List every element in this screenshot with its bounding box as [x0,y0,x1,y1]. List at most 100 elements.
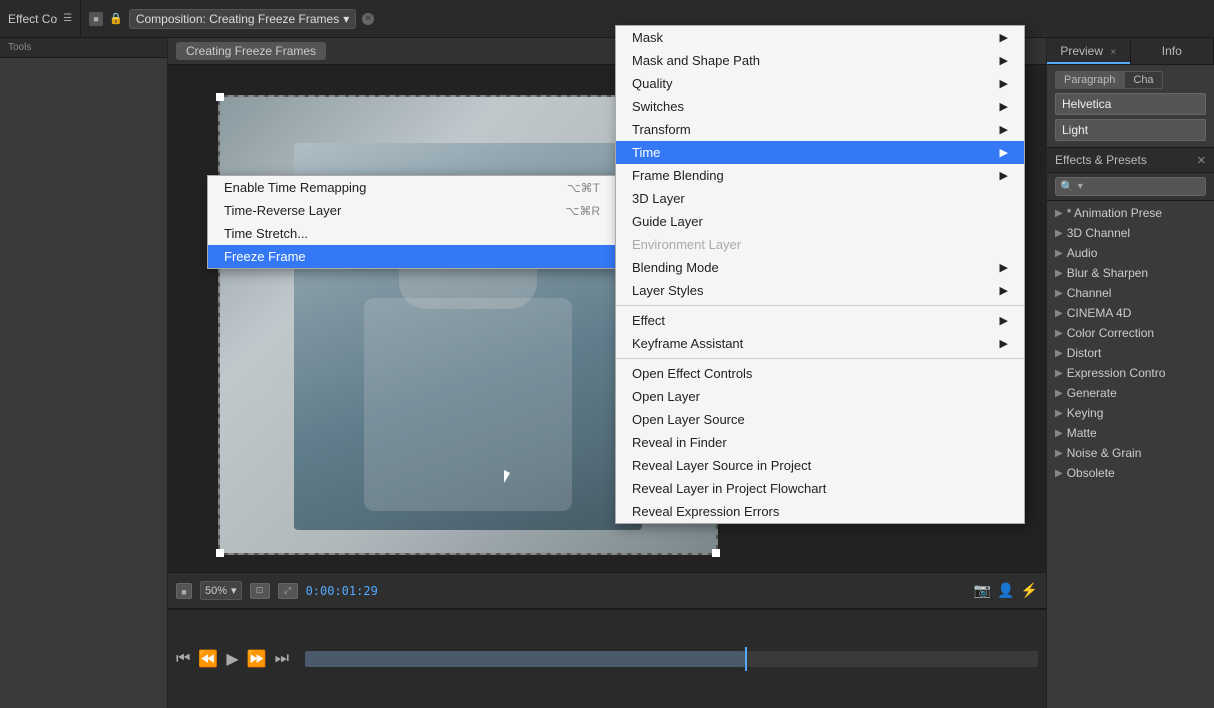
search-dropdown-arrow[interactable]: ▾ [1078,181,1083,192]
effect-item-generate[interactable]: ▶ Generate [1047,383,1214,403]
left-panel-title: Tools [0,38,167,58]
menu-item-freeze-frame[interactable]: Freeze Frame [208,245,616,268]
effect-item-channel[interactable]: ▶ Channel [1047,283,1214,303]
effect-item-3d-channel[interactable]: ▶ 3D Channel [1047,223,1214,243]
panel-title: Effect Co ☰ [0,12,80,26]
effects-search-area: 🔍 ▾ [1047,173,1214,201]
menu-item-open-layer-source[interactable]: Open Layer Source [616,408,1024,431]
timecode-display: 0:00:01:29 [306,584,378,598]
menu-item-environment-layer: Environment Layer [616,233,1024,256]
effect-item-audio[interactable]: ▶ Audio [1047,243,1214,263]
effect-item-blur-sharpen[interactable]: ▶ Blur & Sharpen [1047,263,1214,283]
effect-item-animation-presets[interactable]: ▶ * Animation Prese [1047,203,1214,223]
effect-item-noise-grain[interactable]: ▶ Noise & Grain [1047,443,1214,463]
menu-item-guide-layer[interactable]: Guide Layer [616,210,1024,233]
effect-item-expression-controls[interactable]: ▶ Expression Contro [1047,363,1214,383]
effects-search-box[interactable]: 🔍 ▾ [1055,177,1206,196]
menu-item-mask-shape-path[interactable]: Mask and Shape Path ▶ [616,49,1024,72]
menu-item-frame-blending[interactable]: Frame Blending ▶ [616,164,1024,187]
menu-item-switches[interactable]: Switches ▶ [616,95,1024,118]
font-name-field[interactable]: Helvetica [1055,93,1206,115]
top-bar: Effect Co ☰ ■ 🔒 Composition: Creating Fr… [0,0,1214,38]
tab-info[interactable]: Info [1131,38,1214,64]
font-section: Paragraph Cha Helvetica Light [1047,65,1214,148]
fullscreen-icon[interactable]: ⤢ [278,583,298,599]
comp-close-button[interactable]: ✕ [362,13,374,25]
timeline-controls: ⏮ ⏪ ▶ ⏩ ⏭ [176,649,289,669]
effects-panel-header: Effects & Presets ✕ [1047,148,1214,173]
menu-item-reveal-expression-errors[interactable]: Reveal Expression Errors [616,500,1024,523]
timeline-step-back[interactable]: ⏪ [198,649,218,669]
timeline-play[interactable]: ▶ [226,649,238,669]
comp-icon: ■ [89,12,103,26]
context-menu-time-submenu: Enable Time Remapping ⌥⌘T Time-Reverse L… [207,175,617,269]
effects-panel-close[interactable]: ✕ [1197,154,1206,167]
menu-item-transform[interactable]: Transform ▶ [616,118,1024,141]
timeline-progress-bar [305,651,745,667]
effect-item-keying[interactable]: ▶ Keying [1047,403,1214,423]
search-icon: 🔍 [1060,180,1074,193]
menu-item-effect[interactable]: Effect ▶ [616,309,1024,332]
menu-item-mask[interactable]: Mask ▶ [616,26,1024,49]
menu-item-reveal-layer-flowchart[interactable]: Reveal Layer in Project Flowchart [616,477,1024,500]
left-panel: Tools [0,38,168,708]
right-panel-tabs: Preview × Info [1047,38,1214,65]
fit-screen-icon[interactable]: ⊡ [250,583,270,599]
menu-item-time-reverse-layer[interactable]: Time-Reverse Layer ⌥⌘R [208,199,616,222]
menu-item-enable-time-remapping[interactable]: Enable Time Remapping ⌥⌘T [208,176,616,199]
main-area: Tools Creating Freeze Frames [0,38,1214,708]
right-panel: Preview × Info Paragraph Cha Helvetica L [1046,38,1214,708]
menu-item-quality[interactable]: Quality ▶ [616,72,1024,95]
menu-item-time[interactable]: Time ▶ [616,141,1024,164]
menu-item-layer-styles[interactable]: Layer Styles ▶ [616,279,1024,302]
selection-handle-bl [216,549,224,557]
effects-panel-title: Effects & Presets [1055,153,1147,167]
menu-item-open-layer[interactable]: Open Layer [616,385,1024,408]
effect-item-distort[interactable]: ▶ Distort [1047,343,1214,363]
menu-item-open-effect-controls[interactable]: Open Effect Controls [616,362,1024,385]
preview-tab-close[interactable]: × [1110,47,1116,58]
canvas-bottom-bar: ■ 50% ▾ ⊡ ⤢ 0:00:01:29 📷 👤 ⚡ [168,572,1046,608]
menu-separator-2 [616,358,1024,359]
lock-icon: 🔒 [109,12,123,25]
menu-item-reveal-layer-source[interactable]: Reveal Layer Source in Project [616,454,1024,477]
selection-handle-br [712,549,720,557]
composition-name: Composition: Creating Freeze Frames [136,12,339,26]
menu-item-time-stretch[interactable]: Time Stretch... [208,222,616,245]
effect-item-color-correction[interactable]: ▶ Color Correction [1047,323,1214,343]
comp-tab-creating-freeze-frames[interactable]: Creating Freeze Frames [176,42,326,60]
tab-character[interactable]: Cha [1124,71,1162,89]
effects-list: ▶ * Animation Prese ▶ 3D Channel ▶ Audio… [1047,201,1214,708]
comp-selector: ■ 🔒 Composition: Creating Freeze Frames … [81,9,382,29]
menu-separator-1 [616,305,1024,306]
menu-item-blending-mode[interactable]: Blending Mode ▶ [616,256,1024,279]
comp-dropdown[interactable]: Composition: Creating Freeze Frames ▾ [129,9,356,29]
selection-handle-tl [216,93,224,101]
timeline-area: ⏮ ⏪ ▶ ⏩ ⏭ [168,608,1046,708]
timeline-skip-start[interactable]: ⏮ [176,650,190,668]
tab-preview[interactable]: Preview × [1047,38,1131,64]
canvas-bottom-icons: 📷 👤 ⚡ [974,582,1038,599]
timeline-skip-end[interactable]: ⏭ [275,650,289,668]
timeline-playhead [745,647,747,671]
motion-icon[interactable]: ⚡ [1021,582,1038,599]
font-weight-field[interactable]: Light [1055,119,1206,141]
effect-item-cinema4d[interactable]: ▶ CINEMA 4D [1047,303,1214,323]
effect-item-matte[interactable]: ▶ Matte [1047,423,1214,443]
menu-item-keyframe-assistant[interactable]: Keyframe Assistant ▶ [616,332,1024,355]
timeline-step-forward[interactable]: ⏩ [247,649,267,669]
camera-icon[interactable]: 📷 [974,582,991,599]
menu-item-3d-layer[interactable]: 3D Layer [616,187,1024,210]
dropdown-arrow[interactable]: ▾ [343,12,349,26]
effect-item-obsolete[interactable]: ▶ Obsolete [1047,463,1214,483]
font-tabs: Paragraph Cha [1055,71,1206,89]
context-menu-layer: Mask ▶ Mask and Shape Path ▶ Quality ▶ S… [615,25,1025,524]
person-icon[interactable]: 👤 [997,582,1014,599]
timeline-track[interactable] [305,651,1038,667]
tab-paragraph[interactable]: Paragraph [1055,71,1124,89]
menu-item-reveal-in-finder[interactable]: Reveal in Finder [616,431,1024,454]
panel-menu-icon[interactable]: ☰ [63,13,72,24]
zoom-selector[interactable]: 50% ▾ [200,581,242,600]
canvas-settings-icon[interactable]: ■ [176,583,192,599]
app-title: Effect Co [8,12,57,26]
